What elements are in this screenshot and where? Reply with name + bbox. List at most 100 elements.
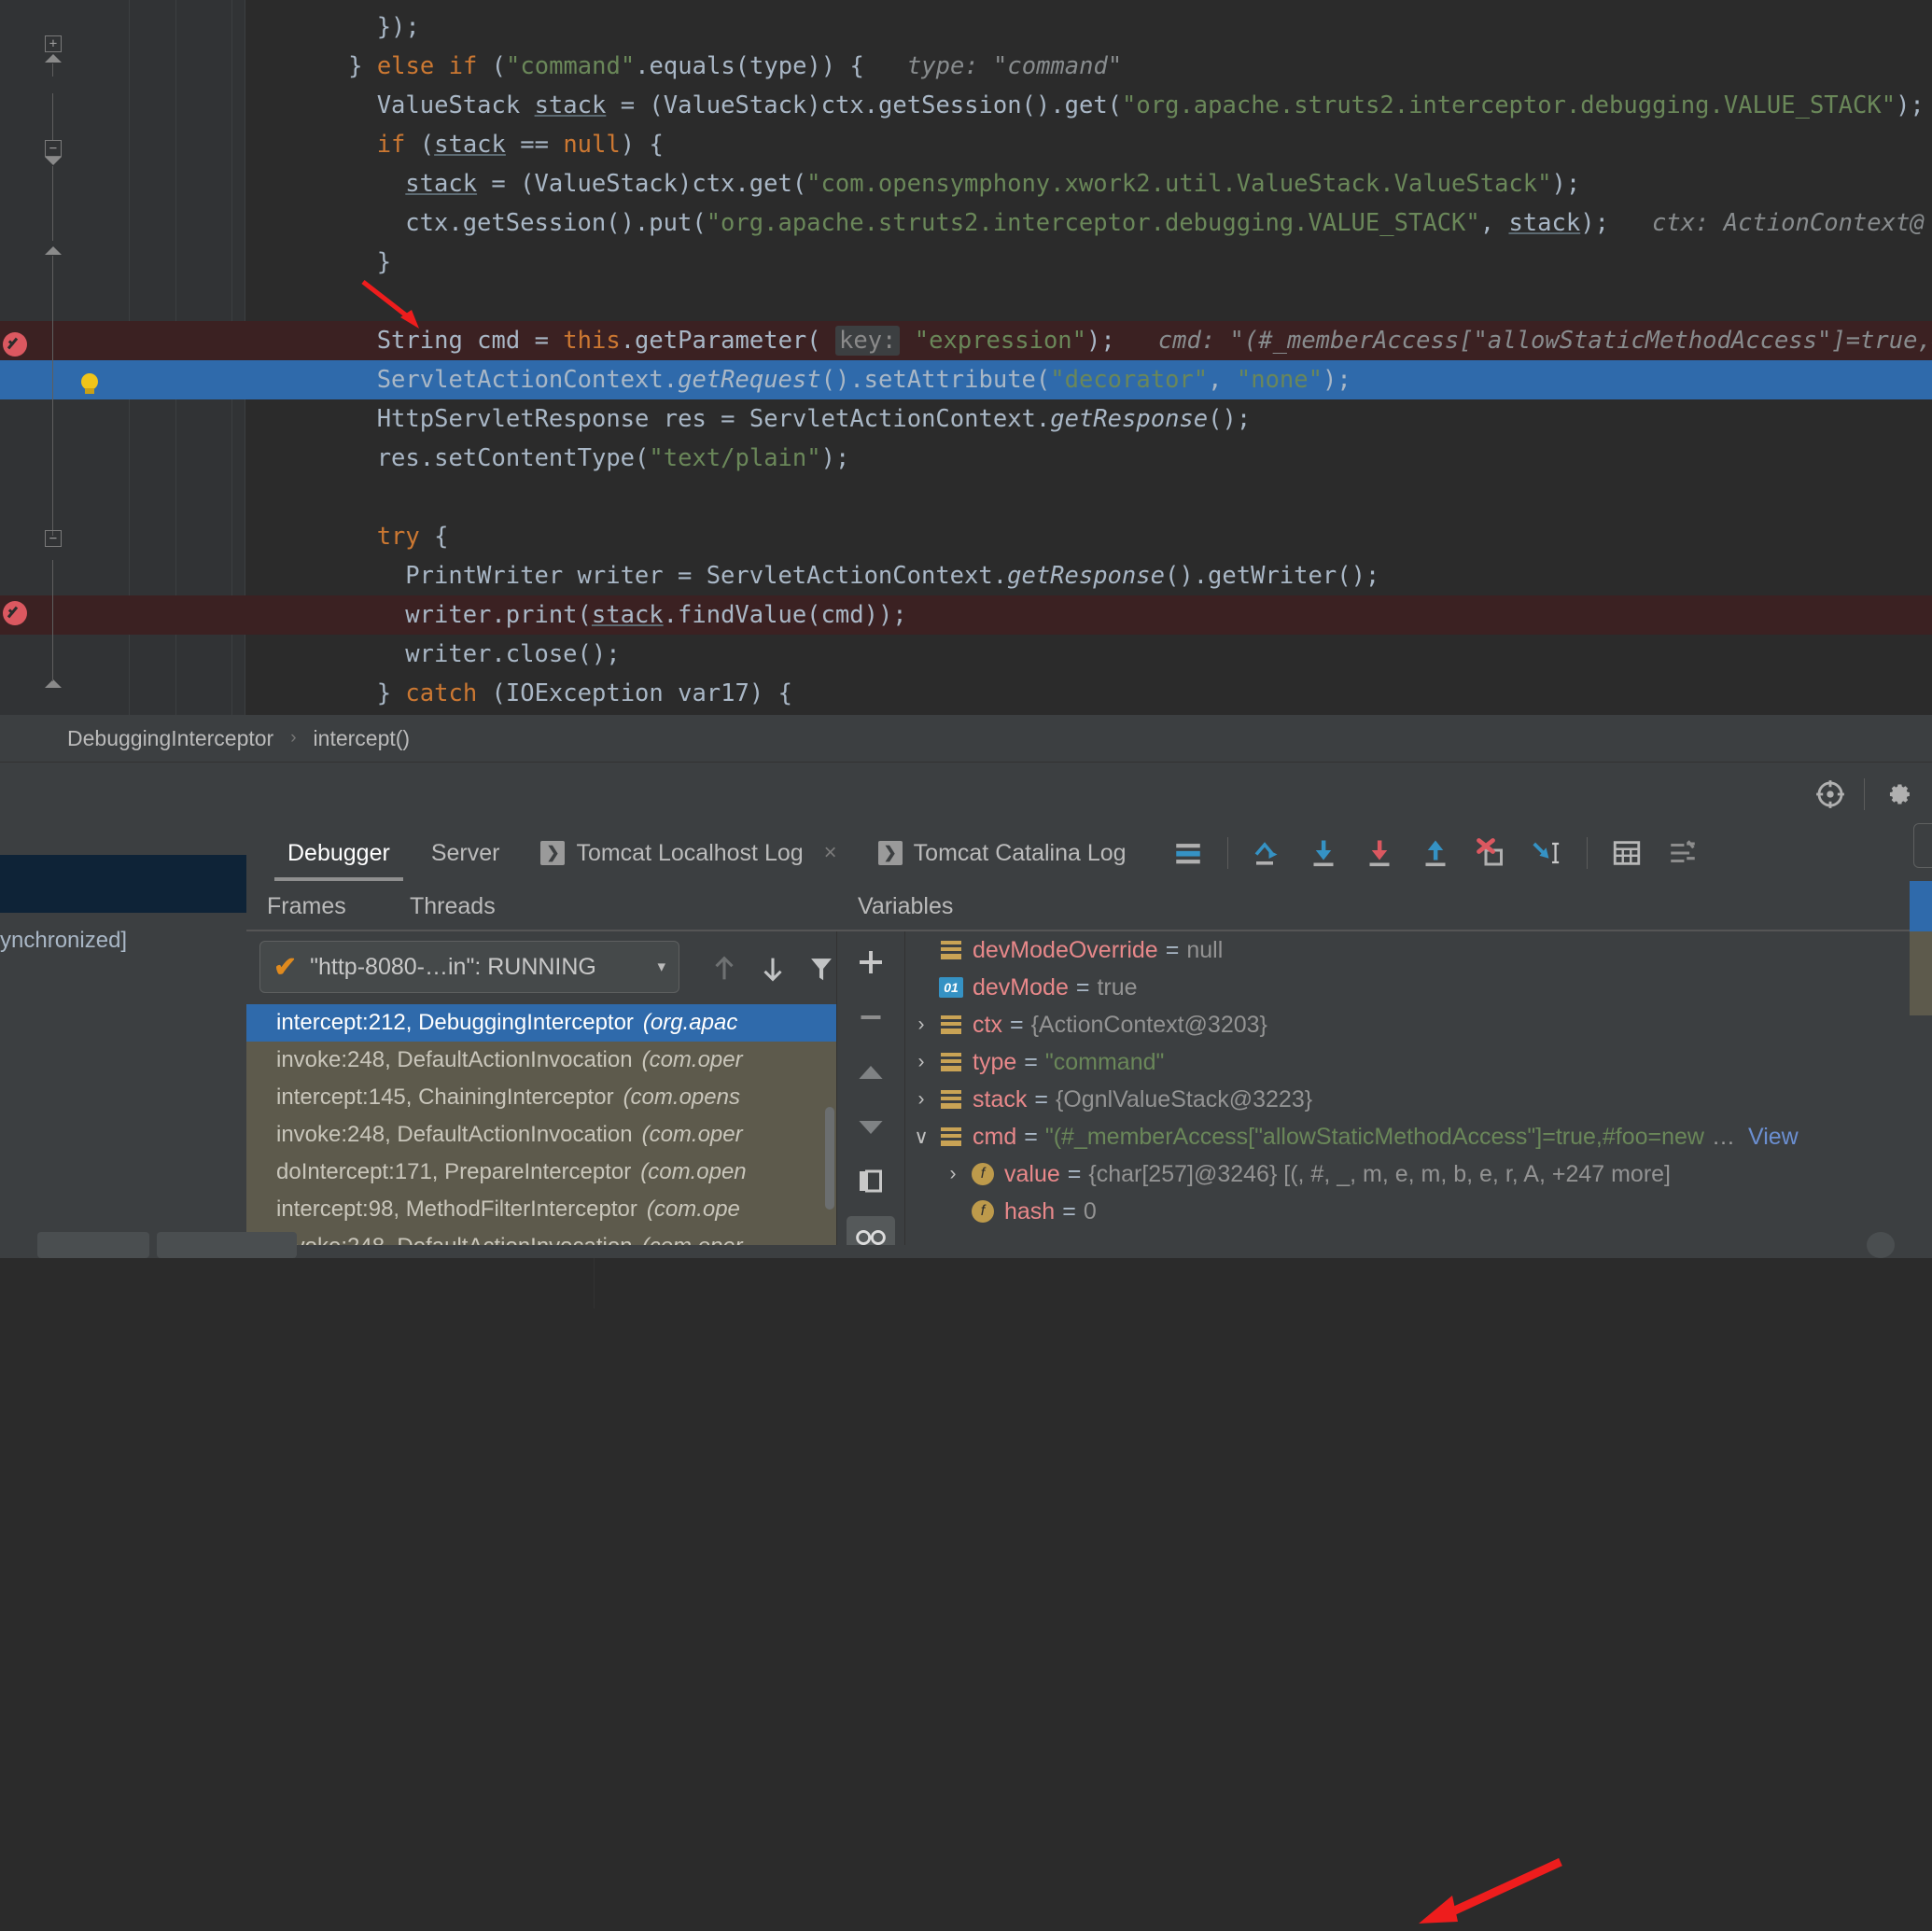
fold-line-4 xyxy=(52,256,53,536)
debugger-tab-debugger[interactable]: Debugger xyxy=(267,825,411,881)
frame-row[interactable]: invoke:248, DefaultActionInvocation (com.… xyxy=(246,1042,836,1079)
frame-row[interactable]: intercept:212, DebuggingInterceptor (org.… xyxy=(246,1004,836,1042)
breadcrumb[interactable]: DebuggingInterceptor › intercept() xyxy=(0,715,1932,762)
debugger-tab-tomcat-localhost-log[interactable]: ❯ Tomcat Localhost Log × xyxy=(520,825,857,881)
debugger-tool-window[interactable]: ynchronized] Debugger Server ❯ Tomcat Local… xyxy=(0,825,1932,1924)
fold-region-bottom-1[interactable] xyxy=(45,157,62,166)
chevron-right-icon[interactable]: › xyxy=(937,1163,969,1185)
code-line[interactable]: res.setContentType("text/plain"); xyxy=(0,439,1932,478)
variable-row[interactable]: › f value = {char[257]@3246} [(, #, _, m, e,… xyxy=(905,1155,1932,1193)
code-line[interactable]: } else if ("command".equals(type)) { typ… xyxy=(0,47,1932,86)
step-into-icon[interactable] xyxy=(1297,827,1350,879)
code-line[interactable]: String cmd = this.getParameter( key: "ex… xyxy=(0,321,1932,360)
chevron-down-icon[interactable]: ∨ xyxy=(905,1126,937,1149)
debugger-tab-tomcat-catalina-log[interactable]: ❯ Tomcat Catalina Log xyxy=(858,825,1147,881)
variable-row[interactable]: › ctx = {ActionContext@3203} xyxy=(905,1006,1932,1043)
chevron-right-icon[interactable]: › xyxy=(905,1088,937,1111)
status-chip-1[interactable] xyxy=(37,1232,149,1258)
variables-list[interactable]: devModeOverride = null 01 devMode = true › ctx ={… xyxy=(905,931,1932,1230)
fold-collapse-icon-2[interactable]: − xyxy=(45,530,62,547)
thread-selector[interactable]: ✔ "http-8080-…in": RUNNING ▾ xyxy=(259,941,679,993)
code-line[interactable]: ServletActionContext.getRequest().setAtt… xyxy=(0,360,1932,399)
frame-row[interactable]: doIntercept:171, PrepareInterceptor (com.… xyxy=(246,1154,836,1191)
code-line[interactable]: ValueStack stack = (ValueStack)ctx.getSe… xyxy=(0,86,1932,125)
code-line[interactable]: writer.print(stack.findValue(cmd)); xyxy=(0,595,1932,635)
tab-threads[interactable]: Threads xyxy=(410,881,496,931)
intention-bulb-icon[interactable] xyxy=(79,373,100,398)
step-over-icon[interactable] xyxy=(1241,827,1294,879)
run-to-cursor-icon[interactable] xyxy=(1521,827,1574,879)
close-icon[interactable]: × xyxy=(824,840,837,866)
code-line[interactable]: HttpServletResponse res = ServletActionC… xyxy=(0,399,1932,439)
debugger-tab-server[interactable]: Server xyxy=(411,825,521,881)
code-line[interactable]: }); xyxy=(0,7,1932,47)
code-lines[interactable]: });} else if ("command".equals(type)) { … xyxy=(0,0,1932,715)
breakpoint-icon[interactable] xyxy=(3,601,27,625)
tab-frames[interactable]: Frames xyxy=(267,881,346,931)
drop-frame-icon[interactable] xyxy=(1465,827,1518,879)
variable-row[interactable]: 01 devMode = true xyxy=(905,969,1932,1006)
frame-row[interactable]: invoke:248, DefaultActionInvocation (com.… xyxy=(246,1116,836,1154)
frame-row[interactable]: intercept:145, ChainingInterceptor (com.o… xyxy=(246,1079,836,1116)
add-watch-icon[interactable] xyxy=(847,941,895,983)
frames-scrollbar-thumb[interactable] xyxy=(825,1107,834,1210)
variable-row[interactable]: f hash = 0 xyxy=(905,1193,1932,1230)
settings-lines-icon[interactable] xyxy=(1657,827,1709,879)
view-value-link[interactable]: View xyxy=(1748,1124,1799,1151)
chevron-right-icon[interactable]: › xyxy=(905,1014,937,1036)
frames-panel[interactable]: ✔ "http-8080-…in": RUNNING ▾ intercept:2… xyxy=(246,931,836,1258)
code-line[interactable]: if (stack == null) { xyxy=(0,125,1932,164)
fold-region-top-1[interactable] xyxy=(45,54,62,63)
force-step-into-icon[interactable] xyxy=(1353,827,1406,879)
variables-panel[interactable]: devModeOverride = null 01 devMode = true › ctx ={… xyxy=(905,931,1932,1258)
frames-list[interactable]: intercept:212, DebuggingInterceptor (org.… xyxy=(246,1004,836,1258)
code-line[interactable]: writer.close(); xyxy=(0,635,1932,674)
code-line[interactable] xyxy=(0,282,1932,321)
code-line[interactable]: ctx.getSession().put("org.apache.struts2… xyxy=(0,203,1932,243)
chevron-down-icon[interactable]: ▾ xyxy=(657,958,665,976)
evaluate-expression-icon[interactable] xyxy=(1601,827,1653,879)
variable-row[interactable]: › stack = {OgnlValueStack@3223} xyxy=(905,1081,1932,1118)
fold-expand-icon[interactable]: + xyxy=(45,35,62,52)
code-line[interactable]: PrintWriter writer = ServletActionContex… xyxy=(0,556,1932,595)
code-line[interactable]: stack = (ValueStack)ctx.get("com.opensym… xyxy=(0,164,1932,203)
code-line-text: } xyxy=(376,248,392,276)
variable-row[interactable]: ∨ cmd = "(#_memberAccess["allowStaticMethod… xyxy=(905,1118,1932,1155)
debugger-tab-label: Tomcat Localhost Log xyxy=(576,839,804,866)
frame-down-icon[interactable] xyxy=(752,948,793,989)
code-line[interactable]: } xyxy=(0,243,1932,282)
frame-up-icon[interactable] xyxy=(704,948,745,989)
fold-region-top-2[interactable] xyxy=(45,246,62,256)
status-chip-2[interactable] xyxy=(157,1232,297,1258)
field-variable-icon xyxy=(937,1127,965,1146)
variable-row[interactable]: devModeOverride = null xyxy=(905,931,1932,969)
variable-equals: = xyxy=(1067,1160,1082,1187)
locate-icon[interactable] xyxy=(1804,768,1856,820)
code-line[interactable] xyxy=(0,478,1932,517)
gear-icon[interactable] xyxy=(1872,768,1925,820)
variable-row[interactable]: › type = "command" xyxy=(905,1043,1932,1081)
status-chip-3[interactable] xyxy=(1867,1232,1895,1258)
debugger-subtabs[interactable]: Frames Threads Variables xyxy=(246,881,1932,931)
move-down-icon[interactable] xyxy=(847,1106,895,1148)
code-editor[interactable]: });} else if ("command".equals(type)) { … xyxy=(0,0,1932,715)
code-line[interactable]: } catch (IOException var17) { xyxy=(0,674,1932,713)
frames-scrollbar[interactable] xyxy=(823,1004,836,1258)
inline-value-hint: type: "command" xyxy=(863,52,1123,80)
breakpoint-icon[interactable] xyxy=(3,332,27,357)
fold-region-top-3[interactable] xyxy=(45,679,62,689)
code-line-text: if (stack == null) { xyxy=(376,131,664,159)
code-line[interactable]: try { xyxy=(0,517,1932,556)
variables-side-toolbar[interactable] xyxy=(836,931,905,1258)
move-up-icon[interactable] xyxy=(847,1051,895,1093)
debugger-step-toolbar[interactable] xyxy=(1162,825,1709,881)
breadcrumb-class[interactable]: DebuggingInterceptor xyxy=(67,726,273,751)
copy-value-icon[interactable] xyxy=(847,1161,895,1203)
fold-collapse-icon-1[interactable]: − xyxy=(45,140,62,157)
breadcrumb-method[interactable]: intercept() xyxy=(314,726,411,751)
show-execution-point-icon[interactable] xyxy=(1162,827,1214,879)
chevron-right-icon[interactable]: › xyxy=(905,1051,937,1073)
frame-row[interactable]: intercept:98, MethodFilterInterceptor (co… xyxy=(246,1191,836,1228)
remove-watch-icon[interactable] xyxy=(847,996,895,1038)
step-out-icon[interactable] xyxy=(1409,827,1462,879)
